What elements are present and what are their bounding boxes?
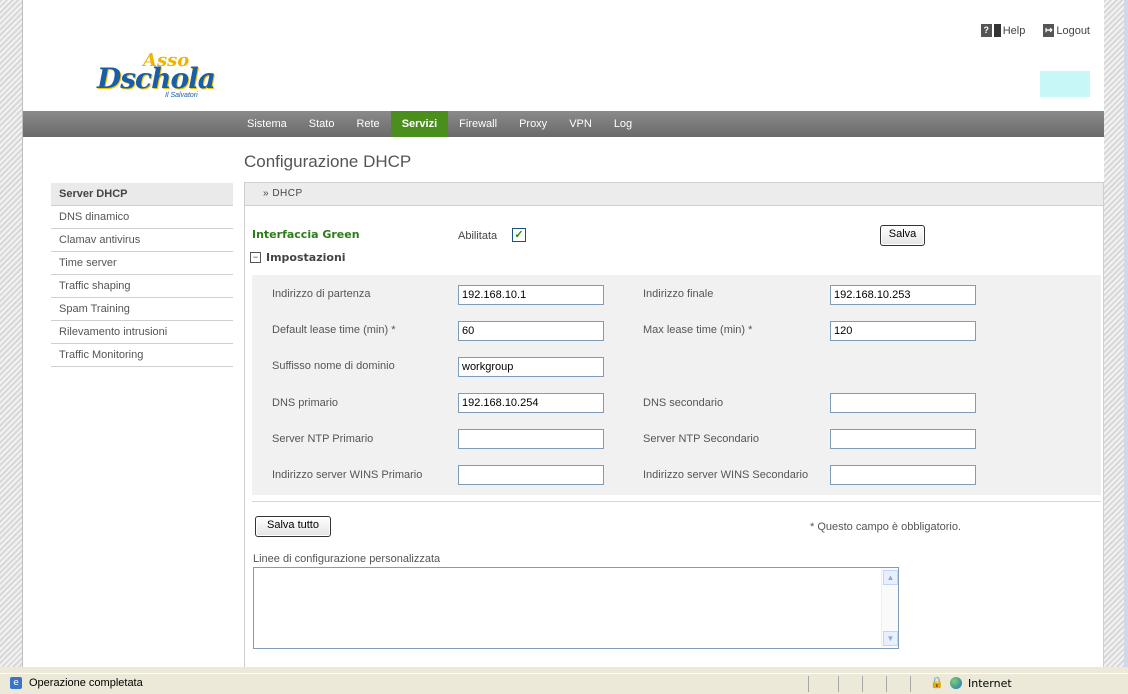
status-cell [886,676,887,692]
help-icon: ? [980,24,992,37]
ntp-secondary-label: Server NTP Secondario [643,433,759,445]
ntp-secondary-input[interactable] [830,429,976,449]
nav-items: Sistema Stato Rete Servizi Firewall Proxy VPN L… [236,111,643,137]
sidebar-item-spam-training[interactable]: Spam Training [51,298,233,321]
dns-secondary-input[interactable] [830,393,976,413]
sidebar-item-clamav-antivirus[interactable]: Clamav antivirus [51,229,233,252]
dns-primary-input[interactable]: 192.168.10.254 [458,393,604,413]
end-address-input[interactable]: 192.168.10.253 [830,285,976,305]
wins-primary-label: Indirizzo server WINS Primario [272,469,423,481]
start-address-label: Indirizzo di partenza [272,288,371,300]
status-text: Operazione completata [29,677,143,689]
globe-icon [950,677,962,689]
divider [252,501,1101,502]
panel-header[interactable]: » DHCP [245,183,1103,206]
dhcp-panel: » DHCP Interfaccia Green Abilitata ✓ Sal… [244,182,1104,668]
person-icon [993,24,1001,37]
nav-item-sistema[interactable]: Sistema [236,111,298,137]
custom-lines-textarea[interactable]: ▲ ▼ [253,567,899,649]
end-address-label: Indirizzo finale [643,288,714,300]
status-indicator-box [1040,71,1090,97]
default-lease-input[interactable]: 60 [458,321,604,341]
save-all-button[interactable]: Salva tutto [255,516,331,537]
sidebar-item-traffic-shaping[interactable]: Traffic shaping [51,275,233,298]
logout-link[interactable]: ↦ Logout [1043,24,1090,37]
status-cell [808,676,809,692]
max-lease-input[interactable]: 120 [830,321,976,341]
domain-suffix-label: Suffisso nome di dominio [272,360,395,372]
page-icon: e [10,677,22,689]
nav-item-stato[interactable]: Stato [298,111,346,137]
ntp-primary-label: Server NTP Primario [272,433,374,445]
page: ? Help ↦ Logout Asso Dschola Il Salvator… [23,0,1104,668]
interface-label: Interfaccia Green [252,228,360,241]
sidebar-item-dns-dinamico[interactable]: DNS dinamico [51,206,233,229]
dns-secondary-label: DNS secondario [643,397,724,409]
sidebar-item-time-server[interactable]: Time server [51,252,233,275]
save-button[interactable]: Salva [880,225,925,246]
nav-item-vpn[interactable]: VPN [558,111,603,137]
wins-primary-input[interactable] [458,465,604,485]
nav-item-log[interactable]: Log [603,111,643,137]
sidebar: Server DHCP DNS dinamico Clamav antivirus T… [51,183,233,367]
status-bar: e Operazione completata 🔒 Internet [0,673,1128,694]
section-title: Impostazioni [266,251,346,264]
nav-item-rete[interactable]: Rete [345,111,390,137]
dns-primary-label: DNS primario [272,397,339,409]
zone-label: Internet [968,677,1012,690]
logo: Asso Dschola Il Salvatori [97,50,232,100]
page-title: Configurazione DHCP [244,152,412,171]
nav-item-servizi[interactable]: Servizi [390,111,449,137]
status-cell [910,676,911,692]
sidebar-item-rilevamento-intrusioni[interactable]: Rilevamento intrusioni [51,321,233,344]
required-note: * Questo campo è obbligatorio. [810,521,962,533]
scroll-down-icon[interactable]: ▼ [883,631,898,646]
enabled-label: Abilitata [458,230,498,242]
help-label: Help [1002,24,1026,37]
logo-sub-text: Il Salvatori [165,92,198,99]
nav-item-proxy[interactable]: Proxy [508,111,558,137]
lock-icon: 🔒 [930,676,944,689]
settings-area: Indirizzo di partenza 192.168.10.1 Indir… [252,275,1101,495]
collapse-icon[interactable]: − [250,252,261,263]
wins-secondary-label: Indirizzo server WINS Secondario [643,469,809,481]
top-links: ? Help ↦ Logout [980,24,1090,37]
scroll-up-icon[interactable]: ▲ [883,570,898,585]
enabled-checkbox[interactable]: ✓ [512,228,526,242]
max-lease-label: Max lease time (min) * [643,324,753,336]
window-scrollbar[interactable] [1124,0,1128,667]
logout-label: Logout [1056,24,1090,37]
ntp-primary-input[interactable] [458,429,604,449]
help-link[interactable]: ? Help [980,24,1026,37]
default-lease-label: Default lease time (min) * [272,324,396,336]
logo-main-text: Dschola [97,62,216,95]
sidebar-item-traffic-monitoring[interactable]: Traffic Monitoring [51,344,233,367]
textarea-scrollbar[interactable]: ▲ ▼ [881,568,898,648]
status-cell [862,676,863,692]
browser-frame-left [0,0,23,667]
start-address-input[interactable]: 192.168.10.1 [458,285,604,305]
domain-suffix-input[interactable]: workgroup [458,357,604,377]
wins-secondary-input[interactable] [830,465,976,485]
main-nav: Sistema Stato Rete Servizi Firewall Proxy VPN L… [23,111,1104,137]
nav-item-firewall[interactable]: Firewall [448,111,508,137]
sidebar-item-server-dhcp[interactable]: Server DHCP [51,183,233,206]
status-cell [838,676,839,692]
custom-lines-label: Linee di configurazione personalizzata [253,553,441,565]
logout-icon: ↦ [1043,24,1055,37]
